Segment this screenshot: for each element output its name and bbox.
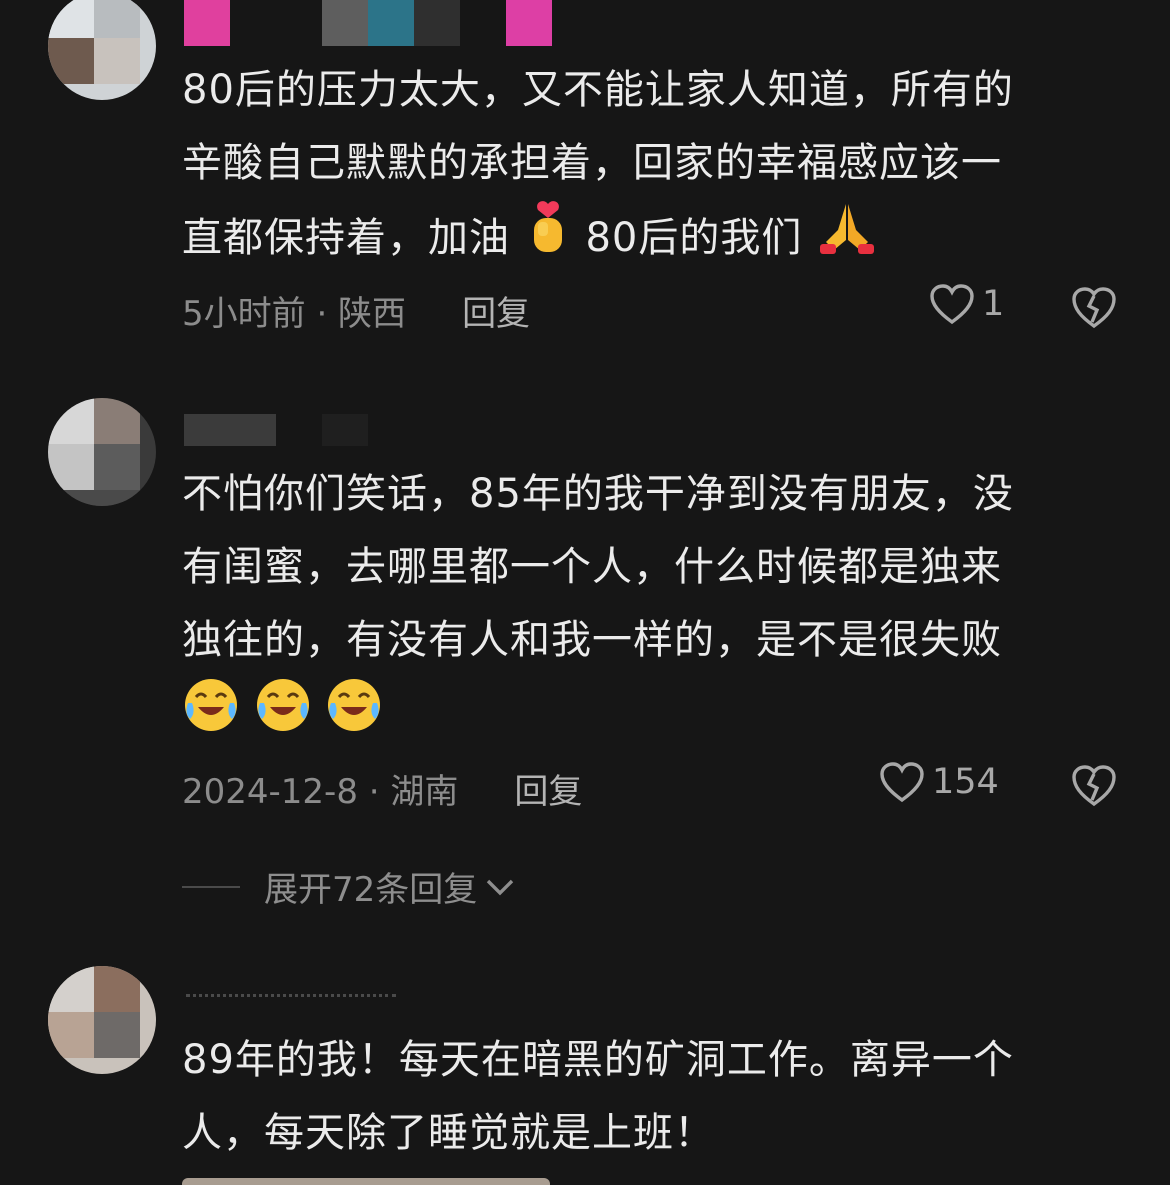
comment-text: 不怕你们笑话，85年的我干净到没有朋友，没 有闺蜜，去哪里都一个人，什么时候都是… [182, 458, 1122, 750]
timestamp-location: 2024-12-8 · 湖南 [182, 772, 459, 812]
username-mosaic[interactable] [186, 994, 396, 1006]
comment-text: 80后的压力太大，又不能让家人知道，所有的 辛酸自己默默的承担着，回家的幸福感应… [182, 54, 1122, 280]
comment-meta: 5小时前 · 陕西 回复 [182, 286, 530, 335]
expand-replies-button[interactable]: 展开72条回复 [182, 862, 517, 911]
like-count: 1 [982, 284, 1005, 324]
avatar[interactable] [48, 0, 156, 100]
divider [182, 885, 240, 888]
chevron-down-icon [487, 879, 514, 895]
heart-icon [930, 284, 974, 325]
reply-button[interactable]: 回复 [462, 286, 530, 335]
comment-text: 89年的我！每天在暗黑的矿洞工作。离异一个 人，每天除了睡觉就是上班！ [182, 1037, 1014, 1156]
like-button[interactable]: 154 [878, 760, 999, 804]
username-mosaic[interactable] [184, 414, 374, 446]
crying-laughing-emoji [182, 677, 240, 757]
avatar[interactable] [48, 966, 156, 1074]
praying-hands-emoji [816, 200, 878, 280]
crying-laughing-emoji [254, 677, 312, 757]
comment-meta: 2024-12-8 · 湖南 回复 [182, 764, 582, 813]
avatar[interactable] [48, 398, 156, 506]
heart-icon [880, 762, 924, 803]
timestamp-location: 5小时前 · 陕西 [182, 294, 407, 334]
username-mosaic[interactable] [184, 0, 554, 46]
broken-heart-icon[interactable] [1070, 284, 1118, 330]
image-thumbnail[interactable] [182, 1178, 550, 1185]
like-count: 154 [932, 762, 999, 802]
like-button[interactable]: 1 [928, 282, 1004, 326]
reply-button[interactable]: 回复 [514, 764, 582, 813]
heart-hands-emoji [524, 200, 572, 280]
broken-heart-icon[interactable] [1070, 762, 1118, 808]
crying-laughing-emoji [325, 677, 383, 757]
